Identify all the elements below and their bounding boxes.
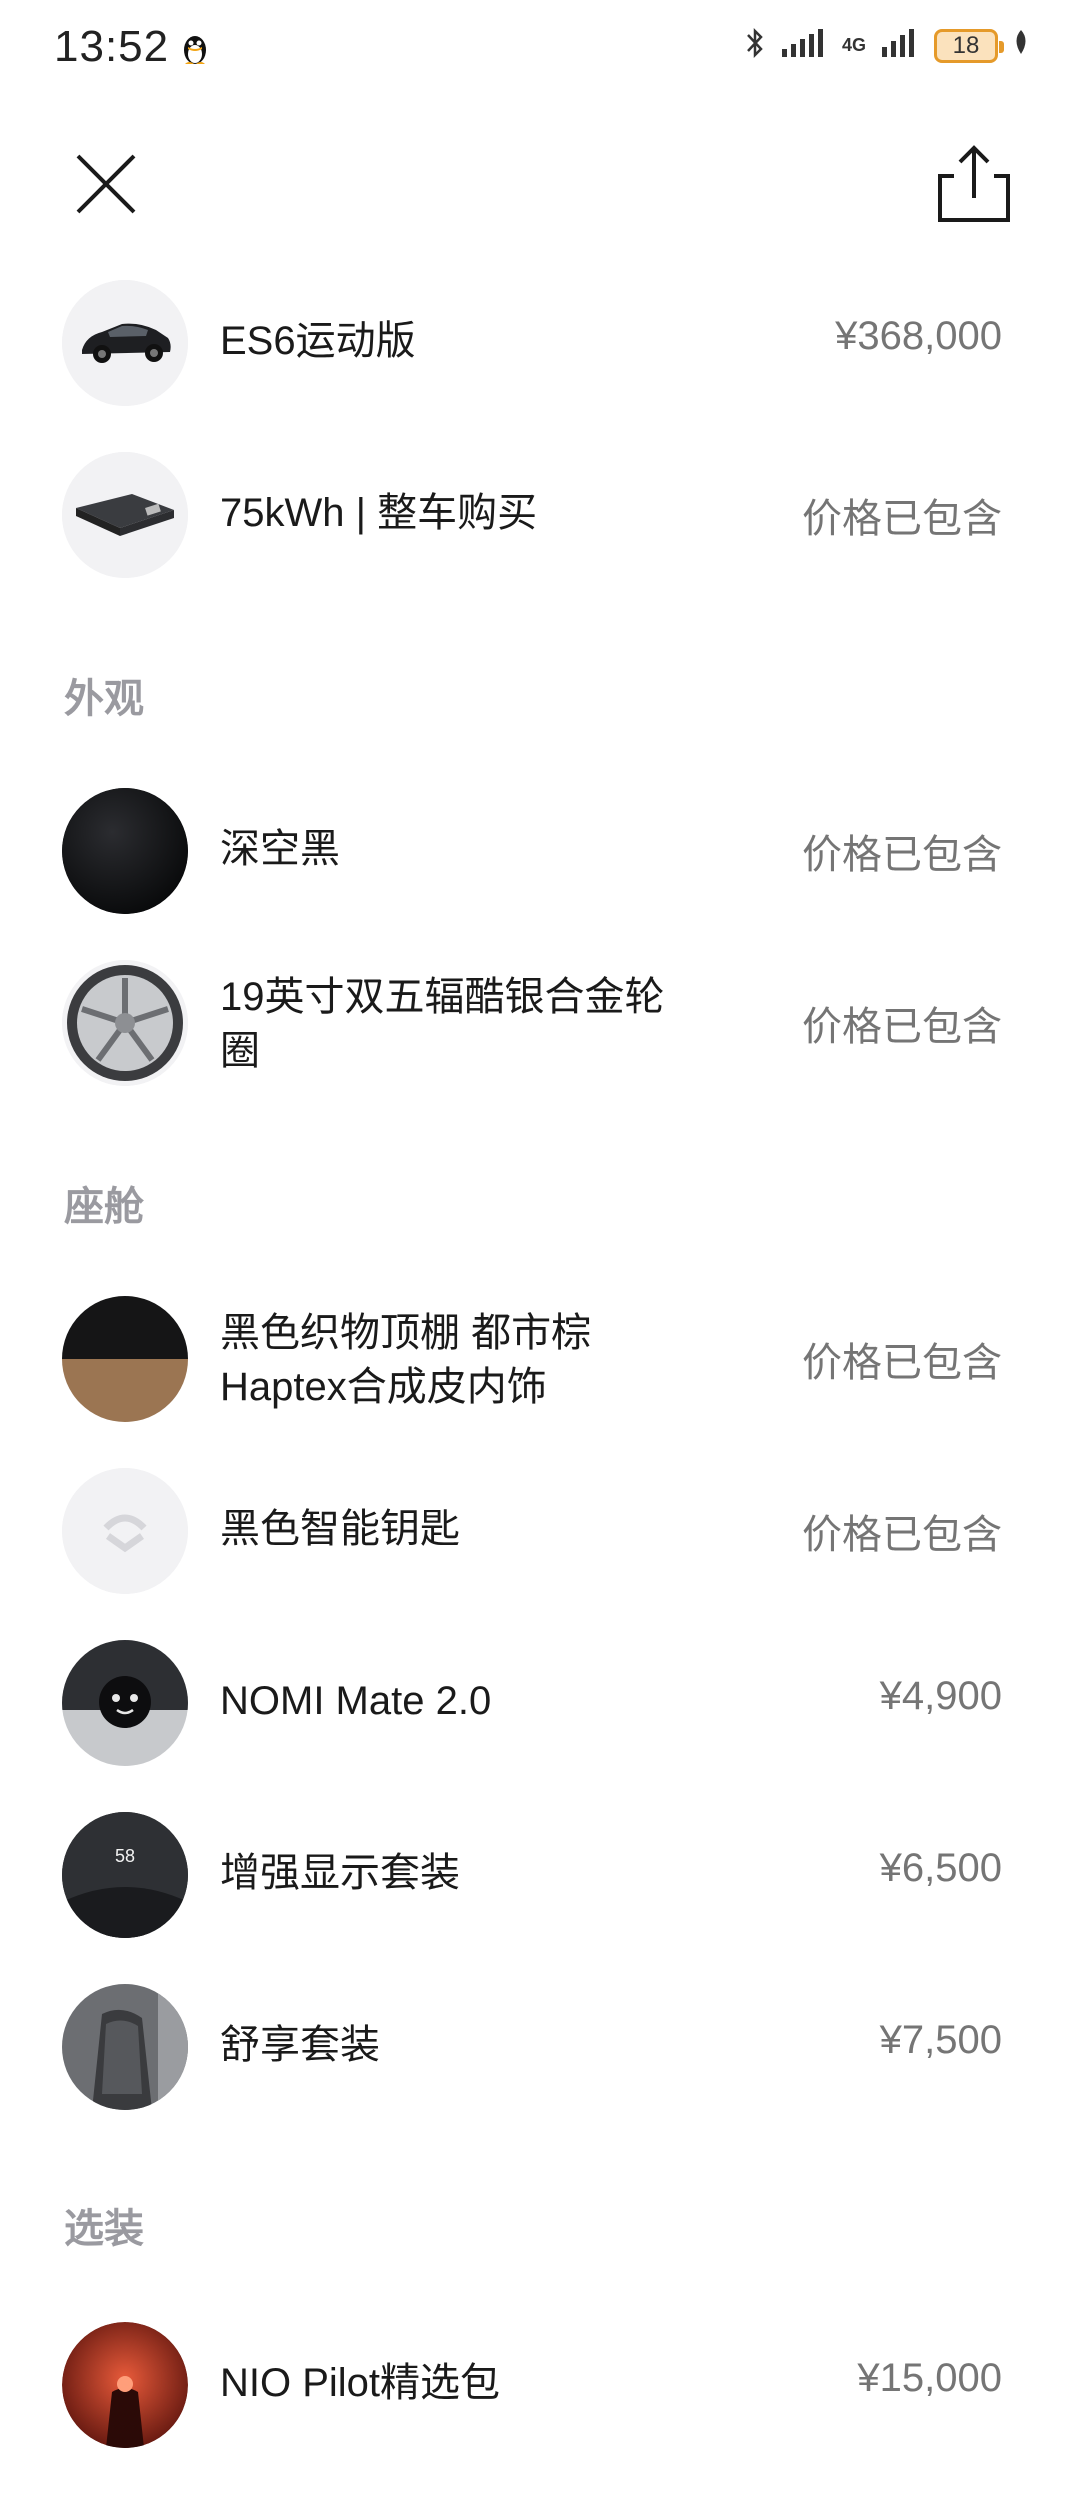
list-item-battery[interactable]: 75kWh | 整车购买 价格已包含	[0, 452, 1080, 578]
signal-strength-icon	[780, 27, 828, 64]
key-thumbnail	[62, 1468, 188, 1594]
item-price: 价格已包含	[802, 1341, 1002, 1385]
item-title: ES6运动版	[220, 319, 416, 363]
item-price: 价格已包含	[802, 497, 1002, 541]
item-title: NIO Pilot精选包	[220, 2361, 501, 2405]
wheel-icon	[62, 960, 188, 1086]
item-title: 增强显示套装	[220, 1851, 460, 1895]
list-item-color[interactable]: 深空黑 价格已包含	[0, 788, 1080, 914]
pilot-icon	[62, 2322, 188, 2448]
item-title: 黑色织物顶棚 都市棕 Haptex合成皮内饰	[220, 1306, 740, 1414]
list-item-wheels[interactable]: 19英寸双五辐酷银合金轮 圈 价格已包含	[0, 960, 1080, 1086]
share-icon	[938, 145, 1010, 222]
hud-speed: 58	[115, 1846, 135, 1866]
network-type-label: 4G	[841, 35, 866, 55]
qq-penguin-icon	[180, 32, 210, 71]
close-button[interactable]	[70, 148, 142, 220]
item-price: 价格已包含	[802, 1005, 1002, 1049]
list-item-comfort[interactable]: 舒享套装 ¥7,500	[0, 1984, 1080, 2110]
battery-thumbnail	[62, 452, 188, 578]
seat-icon	[62, 1984, 188, 2110]
section-title-optional: 选装	[64, 2207, 144, 2251]
seat-thumbnail	[62, 1984, 188, 2110]
share-button[interactable]	[934, 142, 1014, 226]
item-price: 价格已包含	[802, 1513, 1002, 1557]
bluetooth-icon	[744, 26, 766, 65]
section-title-cabin: 座舱	[64, 1185, 144, 1229]
list-item-nomi[interactable]: NOMI Mate 2.0 ¥4,900	[0, 1640, 1080, 1766]
nio-logo-icon	[62, 1468, 188, 1594]
signal-strength-icon-2	[880, 27, 920, 64]
item-title: 19英寸双五辐酷银合金轮 圈	[220, 970, 740, 1078]
close-icon	[76, 154, 136, 214]
item-price: ¥6,500	[879, 1846, 1002, 1890]
item-title: 75kWh | 整车购买	[220, 491, 538, 535]
list-item-pilot[interactable]: NIO Pilot精选包 ¥15,000	[0, 2322, 1080, 2448]
item-title: NOMI Mate 2.0	[220, 1679, 492, 1723]
item-price: 价格已包含	[802, 833, 1002, 877]
nomi-robot-icon	[62, 1640, 188, 1766]
battery-icon: 18	[934, 28, 1004, 63]
wheel-thumbnail	[62, 960, 188, 1086]
battery-pack-icon	[62, 452, 188, 578]
item-title: 深空黑	[220, 827, 340, 871]
list-item-model[interactable]: ES6运动版 ¥368,000	[0, 280, 1080, 406]
battery-level: 18	[952, 31, 980, 59]
item-title: 舒享套装	[220, 2023, 380, 2067]
item-title: 黑色智能钥匙	[220, 1507, 460, 1551]
item-title-line-1: 19英寸双五辐酷银合金轮	[220, 975, 665, 1019]
interior-swatch	[62, 1296, 188, 1422]
item-price: ¥7,500	[879, 2018, 1002, 2062]
item-title-line-2: 圈	[220, 1029, 260, 1073]
nomi-thumbnail	[62, 1640, 188, 1766]
section-title-exterior: 外观	[64, 677, 144, 721]
list-item-display[interactable]: 58 增强显示套装 ¥6,500	[0, 1812, 1080, 1938]
car-icon	[62, 280, 188, 406]
pilot-thumbnail	[62, 2322, 188, 2448]
item-title-line-2: Haptex合成皮内饰	[220, 1365, 547, 1409]
status-bar: 13:52 4G 18	[0, 0, 1080, 104]
item-price: ¥15,000	[857, 2356, 1002, 2400]
list-item-key[interactable]: 黑色智能钥匙 价格已包含	[0, 1468, 1080, 1594]
item-title-line-1: 黑色织物顶棚 都市棕	[220, 1311, 592, 1355]
car-thumbnail	[62, 280, 188, 406]
item-price: ¥4,900	[879, 1674, 1002, 1718]
item-price: ¥368,000	[835, 314, 1002, 358]
hud-icon: 58	[62, 1812, 188, 1938]
leaf-icon	[1012, 28, 1030, 63]
list-item-interior[interactable]: 黑色织物顶棚 都市棕 Haptex合成皮内饰 价格已包含	[0, 1296, 1080, 1422]
color-swatch	[62, 788, 188, 914]
status-time: 13:52	[54, 22, 170, 71]
display-thumbnail: 58	[62, 1812, 188, 1938]
